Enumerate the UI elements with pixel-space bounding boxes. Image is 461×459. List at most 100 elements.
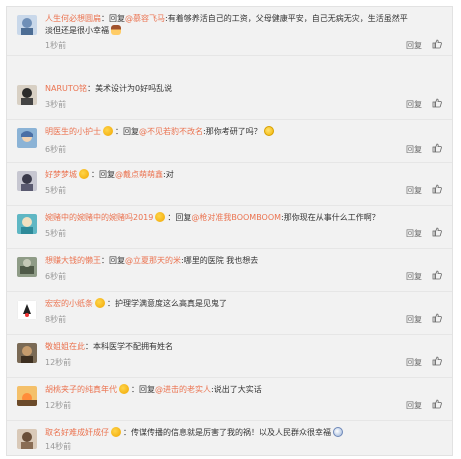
thumbs-up-icon[interactable] [432,399,442,409]
comment-body: :说出了大实话 [211,385,262,394]
comment-item: 敬姐姐在此：本科医学不配拥有姓名 12秒前 回复 [7,335,452,378]
thumbs-up-icon[interactable] [432,143,442,153]
reply-prefix: 回复 [139,385,155,394]
thumbs-up-icon[interactable] [432,270,442,280]
comment-item: 婉赌中的婉赌中的婉赌吗2019 ：回复@枪对准我BOOMBOOM:那你现在从事什么… [7,206,452,249]
mention-link[interactable]: @不见若豹不改名 [139,127,203,136]
separator: ： [91,170,99,179]
comment-item: 好梦梦城 ：回复@戴点萌萌鑫:对 5秒前 回复 [7,163,452,206]
comment-body: 传谋传播的信息就是厉害了我的祸！以及人民群众很幸福 [131,428,331,437]
comment-text: 想赚大钱的懒王：回复@立夏那天的米:哪里的医院 我也想去 [45,255,415,267]
comment-text: 胡桃夹子的纯真年代 ：回复@进击的老实人:说出了大实话 [45,384,415,396]
avatar[interactable] [17,171,37,191]
reply-button[interactable]: 回复 [406,185,422,196]
reply-button[interactable]: 回复 [406,400,422,411]
reply-button[interactable]: 回复 [406,228,422,239]
comment-list: 人生何必想圆扁：回复@慕容飞马:有着够养活自己的工资，父母健康平安，自己无病无灾… [6,6,453,456]
separator: ： [115,127,123,136]
comment-item: NARUTO铭：美术设计为0好吗乱说 3秒前 回复 [7,77,452,120]
separator: ： [123,428,131,437]
comment-body: 护理学满意度这么高真是见鬼了 [115,299,227,308]
username-link[interactable]: 敬姐姐在此 [45,342,85,351]
reply-button[interactable]: 回复 [406,357,422,368]
timestamp: 12秒前 [45,358,72,367]
reply-prefix: 回复 [175,213,192,222]
separator: ： [87,84,96,93]
username-link[interactable]: 胡桃夹子的纯真年代 [45,385,117,394]
timestamp: 6秒前 [45,145,67,154]
username-link[interactable]: NARUTO铭 [45,84,87,93]
thumbs-up-icon[interactable] [432,184,442,194]
avatar[interactable] [17,128,37,148]
comment-item: 想赚大钱的懒王：回复@立夏那天的米:哪里的医院 我也想去 6秒前 回复 [7,249,452,292]
username-link[interactable]: 取名好难成奸成仔 [45,428,109,437]
comment-body: :那你考研了吗？ [203,127,262,136]
emoji-icon [79,169,89,179]
thumbs-up-icon[interactable] [432,98,442,108]
comment-item: 取名好难成奸成仔 ：传谋传播的信息就是厉害了我的祸！以及人民群众很幸福 14秒前 [7,421,452,455]
thumbs-up-icon[interactable] [432,313,442,323]
comment-item: 明医生的小护士 ：回复@不见若豹不改名:那你考研了吗？ 6秒前 回复 [7,120,452,163]
emoji-icon [111,25,121,35]
reply-button[interactable]: 回复 [406,271,422,282]
emoji-icon [103,126,113,136]
timestamp: 5秒前 [45,229,67,238]
mention-link[interactable]: @慕容飞马 [125,14,165,23]
mention-link[interactable]: @立夏那天的米 [125,256,181,265]
comment-item: 人生何必想圆扁：回复@慕容飞马:有着够养活自己的工资，父母健康平安，自己无病无灾… [7,7,452,56]
reply-prefix: 回复 [109,14,125,23]
avatar[interactable] [17,214,37,234]
emoji-icon [263,126,274,136]
comment-body: 美术设计为0好吗乱说 [95,84,173,93]
reply-prefix: 回复 [109,256,125,265]
comment-body: :对 [163,170,174,179]
comment-item: 宏宏的小纸条 ：护理学满意度这么高真是见鬼了 8秒前 回复 [7,292,452,335]
username-link[interactable]: 人生何必想圆扁 [45,14,101,23]
reply-button[interactable]: 回复 [406,314,422,325]
emoji-icon [333,427,343,437]
avatar[interactable] [17,386,37,406]
avatar[interactable] [17,85,37,105]
username-link[interactable]: 宏宏的小纸条 [45,299,93,308]
avatar[interactable] [17,15,37,35]
comment-text: 敬姐姐在此：本科医学不配拥有姓名 [45,341,415,353]
comment-text: 取名好难成奸成仔 ：传谋传播的信息就是厉害了我的祸！以及人民群众很幸福 [45,427,415,439]
username-link[interactable]: 好梦梦城 [45,170,77,179]
separator: ： [101,14,109,23]
emoji-icon [155,212,166,222]
separator: ： [101,256,109,265]
username-link[interactable]: 想赚大钱的懒王 [45,256,101,265]
comment-body: 本科医学不配拥有姓名 [93,342,173,351]
avatar[interactable] [17,257,37,277]
mention-link[interactable]: @进击的老实人 [155,385,211,394]
comment-text: 婉赌中的婉赌中的婉赌吗2019 ：回复@枪对准我BOOMBOOM:那你现在从事什么… [45,212,415,224]
mention-link[interactable]: @戴点萌萌鑫 [115,170,163,179]
separator: ： [107,299,115,308]
reply-button[interactable]: 回复 [406,40,422,51]
comment-text: 明医生的小护士 ：回复@不见若豹不改名:那你考研了吗？ [45,126,415,138]
comment-text: 人生何必想圆扁：回复@慕容飞马:有着够养活自己的工资，父母健康平安，自己无病无灾… [45,13,415,37]
reply-button[interactable]: 回复 [406,144,422,155]
timestamp: 1秒前 [45,41,67,50]
comment-item: 胡桃夹子的纯真年代 ：回复@进击的老实人:说出了大实话 12秒前 回复 [7,378,452,421]
timestamp: 8秒前 [45,315,67,324]
mention-link[interactable]: @枪对准我BOOMBOOM [191,213,281,222]
avatar[interactable] [17,343,37,363]
timestamp: 6秒前 [45,272,67,281]
comment-text: 好梦梦城 ：回复@戴点萌萌鑫:对 [45,169,415,181]
thumbs-up-icon[interactable] [432,356,442,366]
comment-body: :那你现在从事什么工作啊？ [281,213,380,222]
thumbs-up-icon[interactable] [432,39,442,49]
reply-button[interactable]: 回复 [406,99,422,110]
username-link[interactable]: 明医生的小护士 [45,127,101,136]
reply-prefix: 回复 [99,170,115,179]
emoji-icon [95,298,105,308]
reply-prefix: 回复 [123,127,139,136]
avatar[interactable] [17,300,37,320]
thumbs-up-icon[interactable] [432,227,442,237]
username-link[interactable]: 婉赌中的婉赌中的婉赌吗2019 [45,213,153,222]
separator: ： [131,385,139,394]
avatar[interactable] [17,429,37,449]
comment-text: NARUTO铭：美术设计为0好吗乱说 [45,83,415,95]
timestamp: 5秒前 [45,186,67,195]
